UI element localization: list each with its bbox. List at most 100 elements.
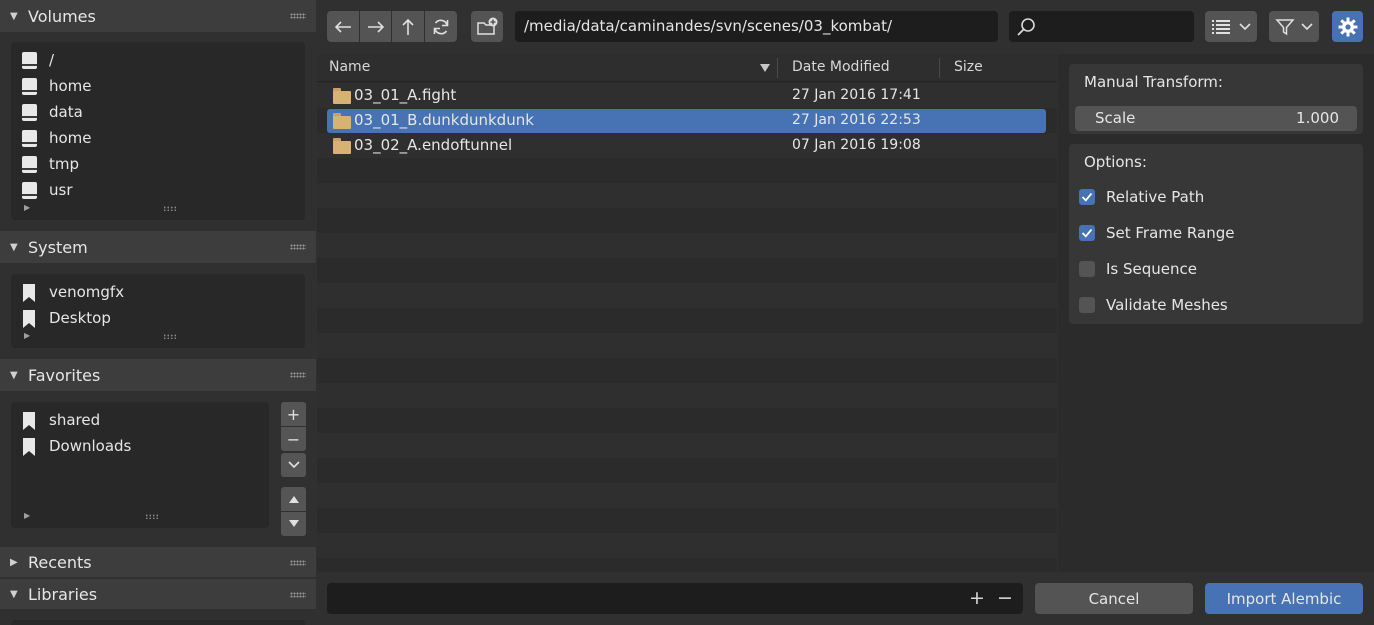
is-sequence-checkbox[interactable] bbox=[1079, 261, 1095, 277]
chevron-down-icon bbox=[1301, 22, 1313, 30]
scale-label: Scale bbox=[1095, 109, 1136, 127]
row-stripe bbox=[317, 433, 1057, 458]
move-down-button[interactable] bbox=[281, 512, 306, 536]
import-alembic-button[interactable]: Import Alembic bbox=[1205, 583, 1363, 614]
checkmark-icon bbox=[1081, 192, 1093, 202]
row-stripe bbox=[317, 183, 1057, 208]
gear-icon bbox=[1338, 17, 1357, 36]
forward-button[interactable] bbox=[360, 11, 391, 42]
sidebar: ▼ Volumes / home data home tmp usr ▶ ▼ S… bbox=[0, 0, 316, 625]
volumes-panel-header[interactable]: ▼ Volumes bbox=[0, 0, 316, 32]
validate-meshes-checkbox[interactable] bbox=[1079, 297, 1095, 313]
search-input[interactable] bbox=[1009, 11, 1194, 42]
volume-item-tmp[interactable]: tmp bbox=[11, 151, 305, 177]
drive-icon bbox=[22, 78, 37, 95]
sort-descending-icon[interactable] bbox=[760, 64, 770, 72]
column-date-header[interactable]: Date Modified bbox=[792, 59, 890, 75]
system-panel-header[interactable]: ▼ System bbox=[0, 231, 316, 263]
filename-input[interactable] bbox=[327, 583, 1023, 614]
relative-path-checkbox-row[interactable]: Relative Path bbox=[1079, 188, 1349, 208]
column-header: Name Date Modified Size bbox=[317, 54, 1057, 82]
filter-dropdown[interactable] bbox=[1269, 11, 1319, 42]
folder-icon bbox=[333, 113, 351, 129]
checkbox-label: Set Frame Range bbox=[1106, 224, 1235, 242]
favorites-list: shared Downloads ▶ bbox=[11, 402, 269, 528]
expand-list-icon[interactable]: ▶ bbox=[24, 511, 30, 520]
drag-grip-icon[interactable] bbox=[290, 372, 306, 378]
row-stripe bbox=[317, 483, 1057, 508]
volume-item-usr[interactable]: usr bbox=[11, 177, 305, 203]
system-list: venomgfx Desktop ▶ bbox=[11, 274, 305, 348]
column-separator[interactable] bbox=[777, 58, 778, 78]
column-separator[interactable] bbox=[939, 58, 940, 78]
volume-item-data[interactable]: data bbox=[11, 99, 305, 125]
column-size-header[interactable]: Size bbox=[954, 59, 983, 75]
expand-list-icon[interactable]: ▶ bbox=[24, 203, 30, 212]
checkbox-label: Validate Meshes bbox=[1106, 296, 1228, 314]
row-stripe bbox=[317, 283, 1057, 308]
volume-item-home[interactable]: home bbox=[11, 73, 305, 99]
favorite-item-shared[interactable]: shared bbox=[11, 407, 269, 433]
bookmark-menu-button[interactable] bbox=[281, 453, 306, 477]
directory-path-input[interactable]: /media/data/caminandes/svn/scenes/03_kom… bbox=[515, 11, 998, 42]
panel-title: System bbox=[28, 237, 88, 257]
validate-meshes-checkbox-row[interactable]: Validate Meshes bbox=[1079, 296, 1349, 316]
drive-icon bbox=[22, 104, 37, 121]
triangle-up-icon bbox=[288, 496, 299, 503]
panel-title: Libraries bbox=[28, 584, 98, 604]
parent-directory-button[interactable] bbox=[392, 11, 424, 42]
list-item-label: tmp bbox=[49, 155, 80, 173]
search-icon bbox=[1017, 18, 1035, 36]
drag-grip-icon[interactable] bbox=[290, 244, 306, 250]
add-bookmark-button[interactable]: + bbox=[281, 402, 306, 426]
relative-path-checkbox[interactable] bbox=[1079, 189, 1095, 205]
list-resize-grip-icon[interactable] bbox=[163, 206, 177, 211]
collapse-arrow-icon: ▼ bbox=[10, 369, 18, 381]
display-mode-dropdown[interactable] bbox=[1205, 11, 1257, 42]
expand-list-icon[interactable]: ▶ bbox=[24, 331, 30, 340]
list-resize-grip-icon[interactable] bbox=[163, 334, 177, 339]
scale-value: 1.000 bbox=[1296, 109, 1339, 127]
file-row[interactable]: 03_01_A.fight 27 Jan 2016 17:41 bbox=[327, 84, 1046, 108]
cancel-button[interactable]: Cancel bbox=[1035, 583, 1193, 614]
panel-title: Volumes bbox=[28, 6, 96, 26]
increment-filename-button[interactable]: + bbox=[969, 587, 985, 609]
file-date: 27 Jan 2016 17:41 bbox=[792, 87, 921, 103]
favorites-panel-header[interactable]: ▼ Favorites bbox=[0, 359, 316, 391]
new-folder-button[interactable] bbox=[471, 11, 503, 42]
column-name-header[interactable]: Name bbox=[329, 59, 370, 75]
file-name: 03_01_B.dunkdunkdunk bbox=[354, 111, 534, 129]
favorite-item-downloads[interactable]: Downloads bbox=[11, 433, 269, 459]
file-row-selected[interactable]: 03_01_B.dunkdunkdunk 27 Jan 2016 22:53 bbox=[327, 109, 1046, 133]
volume-item-root[interactable]: / bbox=[11, 47, 305, 73]
manual-transform-panel: Manual Transform: Scale 1.000 bbox=[1069, 64, 1363, 134]
is-sequence-checkbox-row[interactable]: Is Sequence bbox=[1079, 260, 1349, 280]
checkbox-label: Is Sequence bbox=[1106, 260, 1197, 278]
drag-grip-icon[interactable] bbox=[290, 13, 306, 19]
file-browser-list[interactable]: Name Date Modified Size 03_01_A.fight 27… bbox=[317, 54, 1057, 572]
row-stripe bbox=[317, 333, 1057, 358]
remove-bookmark-button[interactable]: − bbox=[281, 427, 306, 451]
recents-panel-header[interactable]: ▶ Recents bbox=[0, 547, 316, 577]
move-up-button[interactable] bbox=[281, 487, 306, 511]
drag-grip-icon[interactable] bbox=[290, 560, 306, 566]
drag-grip-icon[interactable] bbox=[290, 592, 306, 598]
decrement-filename-button[interactable]: − bbox=[997, 587, 1013, 609]
list-resize-grip-icon[interactable] bbox=[145, 514, 159, 519]
refresh-button[interactable] bbox=[425, 11, 457, 42]
settings-toggle-button[interactable] bbox=[1332, 11, 1363, 42]
bookmark-icon bbox=[23, 310, 35, 328]
set-frame-range-checkbox-row[interactable]: Set Frame Range bbox=[1079, 224, 1349, 244]
volume-item-home-2[interactable]: home bbox=[11, 125, 305, 151]
set-frame-range-checkbox[interactable] bbox=[1079, 225, 1095, 241]
file-date: 27 Jan 2016 22:53 bbox=[792, 112, 921, 128]
system-item-venomgfx[interactable]: venomgfx bbox=[11, 279, 305, 305]
checkbox-label: Relative Path bbox=[1106, 188, 1205, 206]
system-item-desktop[interactable]: Desktop bbox=[11, 305, 305, 331]
scale-field[interactable]: Scale 1.000 bbox=[1075, 106, 1357, 131]
file-row[interactable]: 03_02_A.endoftunnel 07 Jan 2016 19:08 bbox=[327, 134, 1046, 158]
libraries-panel-header[interactable]: ▼ Libraries bbox=[0, 579, 316, 609]
minus-icon: − bbox=[286, 429, 301, 449]
back-button[interactable] bbox=[327, 11, 359, 42]
filter-icon bbox=[1275, 18, 1295, 35]
